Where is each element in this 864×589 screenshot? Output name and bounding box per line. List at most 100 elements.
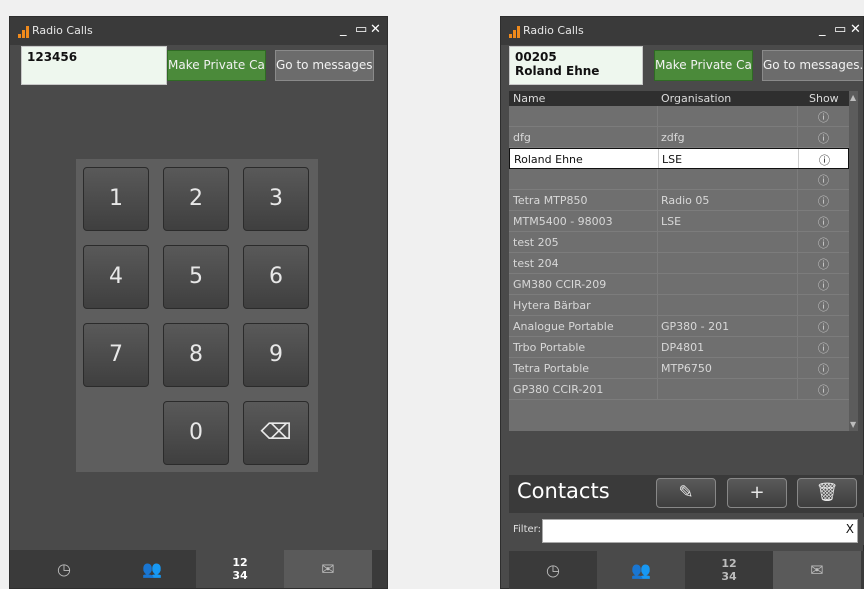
dialed-number: 123456 bbox=[27, 50, 78, 64]
column-separator bbox=[657, 190, 658, 210]
column-separator bbox=[797, 127, 798, 147]
info-icon[interactable]: ⓘ bbox=[818, 172, 829, 188]
key-1[interactable]: 1 bbox=[83, 167, 149, 231]
table-row[interactable]: Hytera Bärbar ⓘ bbox=[509, 295, 849, 316]
info-icon[interactable]: ⓘ bbox=[818, 109, 829, 125]
tab-keypad[interactable]: 12 34 bbox=[196, 550, 284, 588]
minimize-button[interactable]: _ bbox=[340, 22, 347, 37]
contacts-title: Contacts bbox=[517, 479, 610, 503]
go-to-messages-button[interactable]: Go to messages... bbox=[762, 50, 863, 81]
info-icon[interactable]: ⓘ bbox=[818, 277, 829, 293]
signal-icon bbox=[18, 26, 30, 38]
info-icon[interactable]: ⓘ bbox=[818, 193, 829, 209]
info-icon[interactable]: ⓘ bbox=[818, 298, 829, 314]
contact-name-cell: Hytera Bärbar bbox=[513, 299, 591, 312]
number-display[interactable]: 00205 Roland Ehne bbox=[509, 46, 643, 85]
edit-contact-button[interactable]: ✎ bbox=[656, 478, 716, 508]
number-display[interactable]: 123456 bbox=[21, 46, 167, 85]
tab-history[interactable]: ◷ bbox=[20, 550, 108, 588]
backspace-icon: ⌫ bbox=[260, 420, 292, 445]
filter-input[interactable] bbox=[542, 519, 858, 543]
minimize-button[interactable]: _ bbox=[819, 22, 826, 37]
info-icon[interactable]: ⓘ bbox=[819, 152, 830, 168]
backspace-key[interactable]: ⌫ bbox=[243, 401, 309, 465]
key-0[interactable]: 0 bbox=[163, 401, 229, 465]
table-row[interactable]: dfg zdfg ⓘ bbox=[509, 127, 849, 148]
contact-name: Roland Ehne bbox=[515, 64, 600, 78]
key-2[interactable]: 2 bbox=[163, 167, 229, 231]
clear-filter-button[interactable]: X bbox=[846, 522, 854, 536]
plus-icon: + bbox=[749, 482, 765, 503]
clock-icon: ◷ bbox=[546, 560, 560, 580]
table-row[interactable]: MTM5400 - 98003 LSE ⓘ bbox=[509, 211, 849, 232]
table-row[interactable]: ⓘ bbox=[509, 169, 849, 190]
column-separator bbox=[657, 211, 658, 231]
info-icon[interactable]: ⓘ bbox=[818, 361, 829, 377]
delete-contact-button[interactable]: 🗑 bbox=[797, 478, 857, 508]
organisation-cell: LSE bbox=[661, 215, 682, 228]
column-separator bbox=[797, 253, 798, 273]
column-header-organisation[interactable]: Organisation bbox=[661, 92, 731, 105]
key-6[interactable]: 6 bbox=[243, 245, 309, 309]
make-private-call-button[interactable]: Make Private Call bbox=[654, 50, 753, 81]
organisation-cell: zdfg bbox=[661, 131, 685, 144]
maximize-button[interactable]: ▭ bbox=[355, 22, 367, 37]
table-row[interactable]: Roland Ehne LSE ⓘ bbox=[509, 148, 849, 169]
column-separator bbox=[797, 232, 798, 252]
key-4[interactable]: 4 bbox=[83, 245, 149, 309]
maximize-button[interactable]: ▭ bbox=[834, 22, 846, 37]
table-row[interactable]: ⓘ bbox=[509, 106, 849, 127]
table-row[interactable]: test 204 ⓘ bbox=[509, 253, 849, 274]
info-icon[interactable]: ⓘ bbox=[818, 235, 829, 251]
info-icon[interactable]: ⓘ bbox=[818, 319, 829, 335]
column-separator bbox=[797, 316, 798, 336]
info-icon[interactable]: ⓘ bbox=[818, 214, 829, 230]
info-icon[interactable]: ⓘ bbox=[818, 340, 829, 356]
table-row[interactable]: test 205 ⓘ bbox=[509, 232, 849, 253]
column-separator bbox=[657, 337, 658, 357]
column-separator bbox=[797, 190, 798, 210]
key-8[interactable]: 8 bbox=[163, 323, 229, 387]
column-separator bbox=[657, 379, 658, 399]
signal-icon bbox=[509, 26, 521, 38]
filter-bar: Filter: X bbox=[509, 517, 864, 545]
tab-messages[interactable]: ✉ bbox=[773, 551, 861, 589]
info-icon[interactable]: ⓘ bbox=[818, 382, 829, 398]
info-icon[interactable]: ⓘ bbox=[818, 256, 829, 272]
scroll-up-icon[interactable]: ▲ bbox=[850, 93, 856, 102]
tab-keypad[interactable]: 12 34 bbox=[685, 551, 773, 589]
tab-history[interactable]: ◷ bbox=[509, 551, 597, 589]
window-title: Radio Calls bbox=[32, 24, 93, 37]
key-3[interactable]: 3 bbox=[243, 167, 309, 231]
column-header-name[interactable]: Name bbox=[513, 92, 545, 105]
table-row[interactable]: Tetra Portable MTP6750 ⓘ bbox=[509, 358, 849, 379]
column-header-show[interactable]: Show bbox=[809, 92, 839, 105]
table-row[interactable]: Trbo Portable DP4801 ⓘ bbox=[509, 337, 849, 358]
keypad-icon: 12 34 bbox=[232, 556, 248, 582]
table-row[interactable]: Tetra MTP850 Radio 05 ⓘ bbox=[509, 190, 849, 211]
info-icon[interactable]: ⓘ bbox=[818, 130, 829, 146]
close-button[interactable]: ✕ bbox=[370, 22, 381, 37]
contact-name-cell: MTM5400 - 98003 bbox=[513, 215, 613, 228]
pencil-icon: ✎ bbox=[678, 482, 694, 503]
tab-contacts[interactable]: 👥 bbox=[597, 551, 685, 589]
key-5[interactable]: 5 bbox=[163, 245, 229, 309]
table-row[interactable]: Analogue Portable GP380 - 201 ⓘ bbox=[509, 316, 849, 337]
table-row[interactable]: GM380 CCIR-209 ⓘ bbox=[509, 274, 849, 295]
column-separator bbox=[797, 106, 798, 126]
make-private-call-button[interactable]: Make Private Call bbox=[167, 50, 266, 81]
tab-messages[interactable]: ✉ bbox=[284, 550, 372, 588]
tab-contacts[interactable]: 👥 bbox=[108, 550, 196, 588]
table-row[interactable]: GP380 CCIR-201 ⓘ bbox=[509, 379, 849, 400]
vertical-scrollbar[interactable]: ▲ ▼ bbox=[849, 91, 858, 431]
key-9[interactable]: 9 bbox=[243, 323, 309, 387]
filter-label: Filter: bbox=[513, 524, 541, 535]
scroll-down-icon[interactable]: ▼ bbox=[850, 420, 856, 429]
close-button[interactable]: ✕ bbox=[850, 22, 861, 37]
keypad-icon: 12 34 bbox=[721, 557, 737, 583]
go-to-messages-button[interactable]: Go to messages... bbox=[275, 50, 374, 81]
key-7[interactable]: 7 bbox=[83, 323, 149, 387]
add-contact-button[interactable]: + bbox=[727, 478, 787, 508]
column-separator bbox=[657, 232, 658, 252]
column-separator bbox=[657, 253, 658, 273]
